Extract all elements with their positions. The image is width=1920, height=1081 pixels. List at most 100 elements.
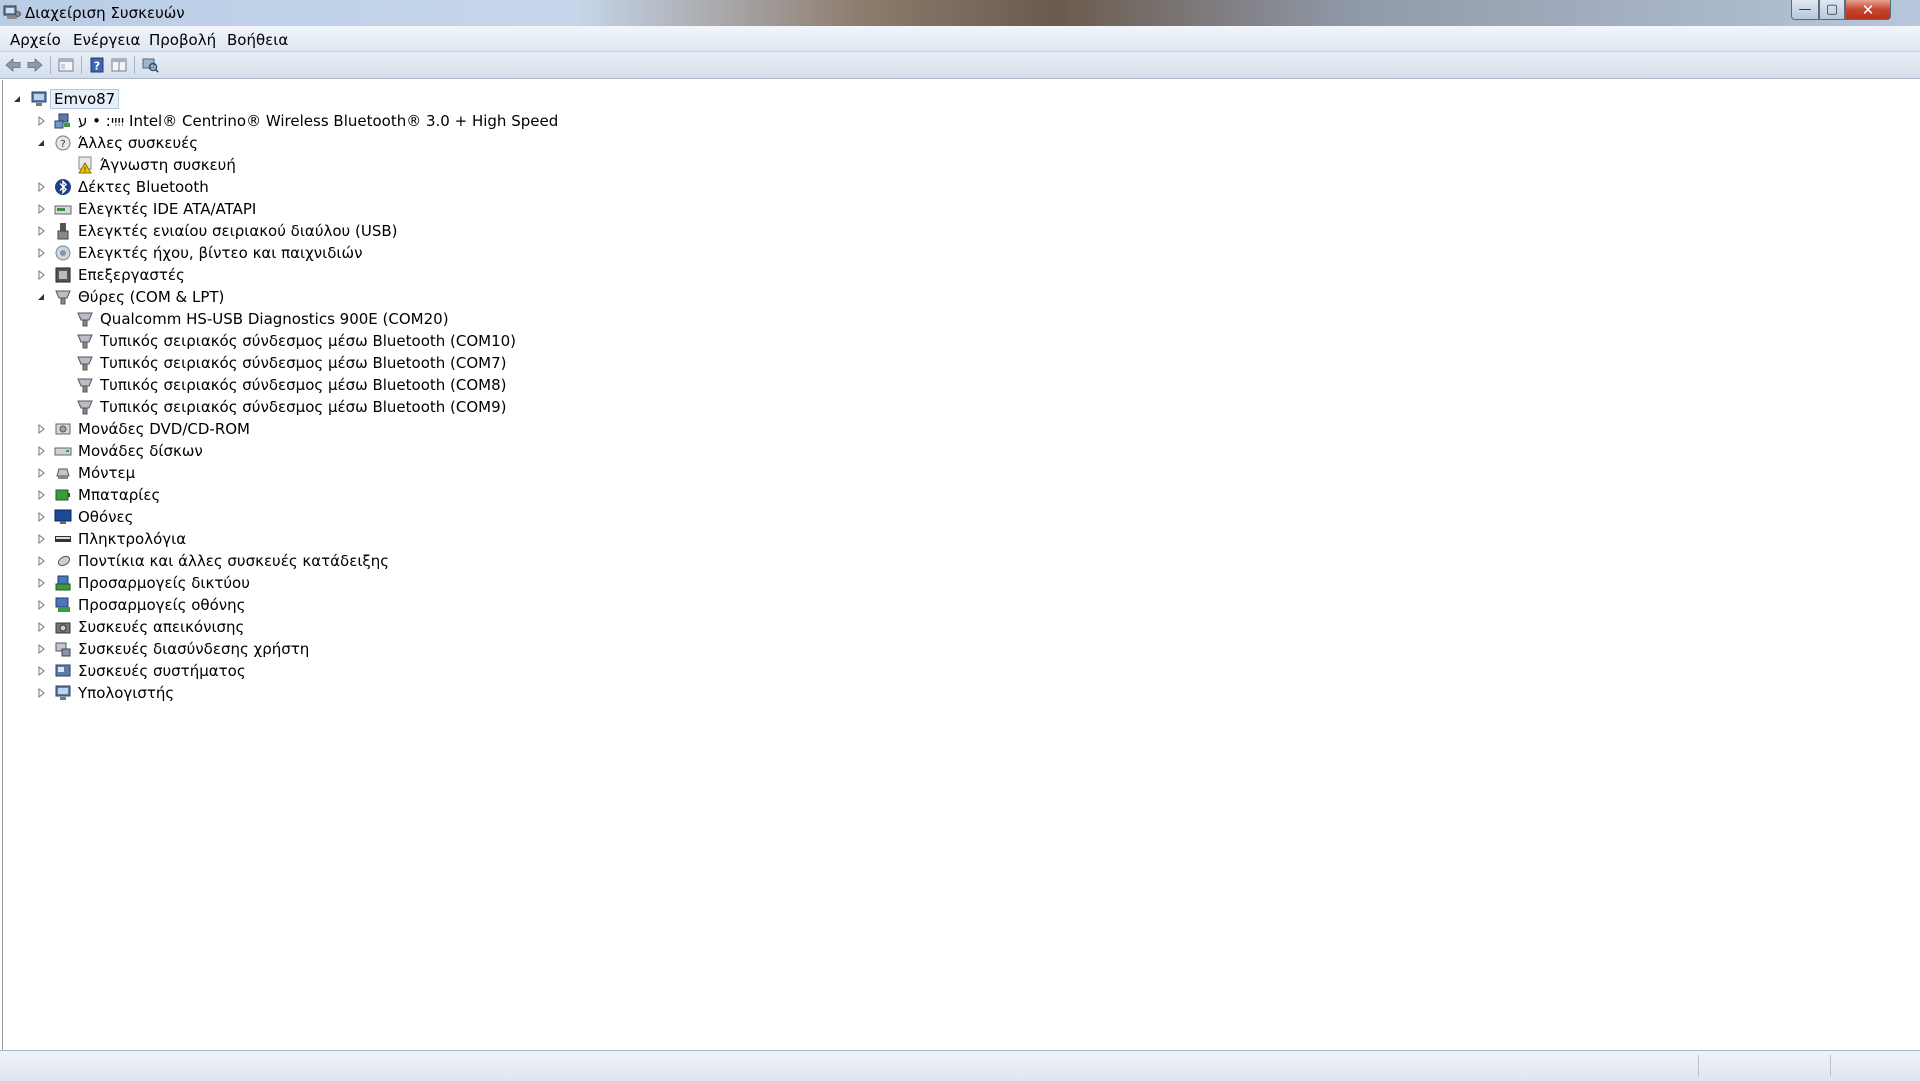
- tree-item[interactable]: Δέκτες Bluetooth: [35, 176, 209, 198]
- tree-item[interactable]: Προσαρμογείς δικτύου: [35, 572, 250, 594]
- status-bar: [0, 1050, 1920, 1081]
- tree-item[interactable]: Qualcomm HS-USB Diagnostics 900E (COM20): [57, 308, 449, 330]
- properties-icon[interactable]: [57, 56, 75, 74]
- tree-item-label: Τυπικός σειριακός σύνδεσμος μέσω Bluetoo…: [100, 354, 507, 372]
- collapsed-arrow-icon[interactable]: [35, 555, 47, 567]
- tree-spacer: [57, 335, 69, 347]
- tree-item[interactable]: יִיִיִי: • ע Intel® Centrino® Wireless B…: [35, 110, 558, 132]
- collapsed-arrow-icon[interactable]: [35, 203, 47, 215]
- close-button[interactable]: ✕: [1845, 0, 1891, 20]
- mouse-icon: [57, 555, 71, 567]
- help-icon[interactable]: ?: [88, 56, 106, 74]
- expanded-arrow-icon[interactable]: [35, 291, 47, 303]
- maximize-button[interactable]: ▢: [1819, 0, 1845, 20]
- menu-file[interactable]: Αρχείο: [10, 31, 61, 49]
- expanded-arrow-icon[interactable]: [35, 137, 47, 149]
- tree-item-label: Μόντεμ: [78, 464, 136, 482]
- details-icon[interactable]: [110, 56, 128, 74]
- collapsed-arrow-icon[interactable]: [35, 181, 47, 193]
- tree-item-label: Άγνωστη συσκευή: [100, 156, 236, 174]
- tree-item[interactable]: Τυπικός σειριακός σύνδεσμος μέσω Bluetoo…: [57, 396, 507, 418]
- tree-item-label: Άλλες συσκευές: [78, 134, 199, 152]
- scan-hardware-icon[interactable]: [141, 56, 159, 74]
- collapsed-arrow-icon[interactable]: [35, 599, 47, 611]
- toolbar-separator: [134, 56, 135, 74]
- tree-item[interactable]: Μπαταρίες: [35, 484, 160, 506]
- collapsed-arrow-icon[interactable]: [35, 621, 47, 633]
- tree-item[interactable]: Μόντεμ: [35, 462, 135, 484]
- tree-item[interactable]: Προσαρμογείς οθόνης: [35, 594, 245, 616]
- status-separator: [1698, 1055, 1699, 1077]
- tree-spacer: [57, 379, 69, 391]
- network-icon: [54, 113, 70, 129]
- tree-item[interactable]: Πληκτρολόγια: [35, 528, 186, 550]
- tree-item-label: Τυπικός σειριακός σύνδεσμος μέσω Bluetoo…: [100, 376, 507, 394]
- tree-item[interactable]: Επεξεργαστές: [35, 264, 185, 286]
- tree-item[interactable]: Ελεγκτές ενιαίου σειριακού διαύλου (USB): [35, 220, 398, 242]
- forward-icon[interactable]: [26, 56, 44, 74]
- tree-item-label: Προσαρμογείς δικτύου: [78, 574, 250, 592]
- tree-item-label: Συσκευές διασύνδεσης χρήστη: [78, 640, 310, 658]
- tree-root[interactable]: Emvo87: [11, 88, 120, 110]
- tree-item-label: Πληκτρολόγια: [78, 530, 187, 548]
- computer-icon: [31, 91, 47, 106]
- collapsed-arrow-icon[interactable]: [35, 225, 47, 237]
- computer-icon: [55, 685, 71, 700]
- collapsed-arrow-icon[interactable]: [35, 115, 47, 127]
- network-adapter-icon: [55, 575, 71, 591]
- tree-item[interactable]: Συσκευές απεικόνισης: [35, 616, 244, 638]
- tree-item[interactable]: Μονάδες DVD/CD-ROM: [35, 418, 250, 440]
- battery-icon: [55, 489, 70, 501]
- device-tree[interactable]: Emvo87 יִיִיִי: • ע Intel® Centrino® Wire…: [2, 80, 1919, 1050]
- collapsed-arrow-icon[interactable]: [35, 445, 47, 457]
- collapsed-arrow-icon[interactable]: [35, 665, 47, 677]
- menu-help[interactable]: Βοήθεια: [227, 31, 288, 49]
- tree-item[interactable]: Τυπικός σειριακός σύνδεσμος μέσω Bluetoo…: [57, 352, 507, 374]
- collapsed-arrow-icon[interactable]: [35, 269, 47, 281]
- tree-item[interactable]: Ελεγκτές IDE ATA/ATAPI: [35, 198, 256, 220]
- minimize-button[interactable]: —: [1791, 0, 1819, 20]
- system-device-icon: [55, 664, 71, 677]
- collapsed-arrow-icon[interactable]: [35, 511, 47, 523]
- toolbar-separator: [50, 56, 51, 74]
- collapsed-arrow-icon[interactable]: [35, 577, 47, 589]
- unknown-device-icon: ?: [55, 135, 71, 151]
- title-bar[interactable]: Διαχείριση Συσκευών — ▢ ✕: [0, 0, 1920, 26]
- ide-controller-icon: [54, 205, 72, 215]
- back-icon[interactable]: [4, 56, 22, 74]
- tree-item-label: Μονάδες DVD/CD-ROM: [78, 420, 251, 438]
- collapsed-arrow-icon[interactable]: [35, 643, 47, 655]
- tree-item[interactable]: Συσκευές συστήματος: [35, 660, 246, 682]
- tree-item[interactable]: Ποντίκια και άλλες συσκευές κατάδειξης: [35, 550, 389, 572]
- disk-icon: [54, 447, 72, 456]
- tree-item-label: Qualcomm HS-USB Diagnostics 900E (COM20): [100, 310, 449, 328]
- tree-item-label: Μονάδες δίσκων: [78, 442, 203, 460]
- tree-item[interactable]: Συσκευές διασύνδεσης χρήστη: [35, 638, 309, 660]
- tree-item[interactable]: Τυπικός σειριακός σύνδεσμος μέσω Bluetoo…: [57, 374, 507, 396]
- camera-icon: [55, 622, 71, 634]
- port-icon: [77, 356, 93, 371]
- collapsed-arrow-icon[interactable]: [35, 489, 47, 501]
- tree-item-label: Τυπικός σειριακός σύνδεσμος μέσω Bluetoo…: [100, 332, 517, 350]
- tree-item-label: Ποντίκια και άλλες συσκευές κατάδειξης: [78, 552, 390, 570]
- collapsed-arrow-icon[interactable]: [35, 247, 47, 259]
- monitor-icon: [54, 509, 72, 524]
- expanded-arrow-icon[interactable]: [11, 93, 23, 105]
- collapsed-arrow-icon[interactable]: [35, 533, 47, 545]
- tree-item[interactable]: Μονάδες δίσκων: [35, 440, 203, 462]
- collapsed-arrow-icon[interactable]: [35, 467, 47, 479]
- menu-action[interactable]: Ενέργεια: [73, 31, 140, 49]
- tree-item[interactable]: Ελεγκτές ήχου, βίντεο και παιχνιδιών: [35, 242, 362, 264]
- menu-bar: Αρχείο Ενέργεια Προβολή Βοήθεια: [0, 26, 1920, 52]
- tree-item[interactable]: Οθόνες: [35, 506, 133, 528]
- tree-item[interactable]: Τυπικός σειριακός σύνδεσμος μέσω Bluetoo…: [57, 330, 516, 352]
- collapsed-arrow-icon[interactable]: [35, 423, 47, 435]
- collapsed-arrow-icon[interactable]: [35, 687, 47, 699]
- tree-item[interactable]: ! Άγνωστη συσκευή: [57, 154, 236, 176]
- tree-item[interactable]: Θύρες (COM & LPT): [35, 286, 224, 308]
- modem-icon: [56, 468, 70, 479]
- tree-item[interactable]: Υπολογιστής: [35, 682, 174, 704]
- menu-view[interactable]: Προβολή: [149, 31, 216, 49]
- tree-item[interactable]: ? Άλλες συσκευές: [35, 132, 198, 154]
- tree-item-label: Μπαταρίες: [78, 486, 161, 504]
